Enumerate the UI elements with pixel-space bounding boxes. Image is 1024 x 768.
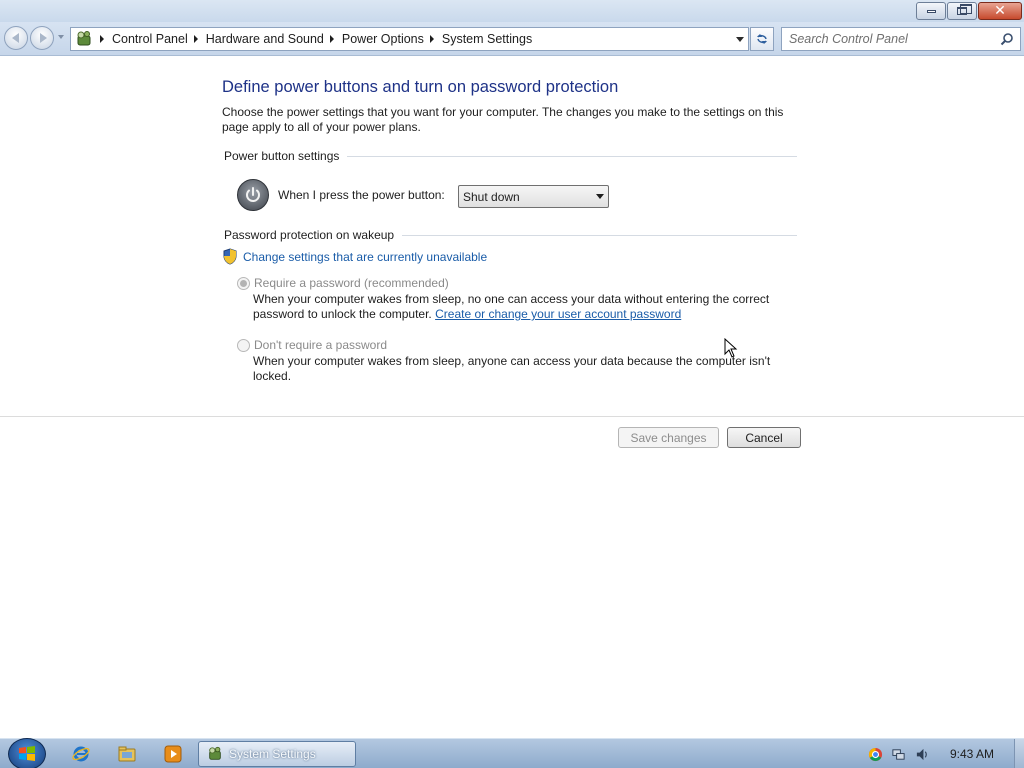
media-player-icon[interactable] <box>163 744 183 764</box>
internet-explorer-icon[interactable] <box>71 744 91 764</box>
save-changes-button[interactable]: Save changes <box>618 427 719 448</box>
minimize-icon <box>926 9 936 13</box>
search-icon[interactable] <box>997 29 1017 49</box>
require-password-radio[interactable] <box>237 277 250 290</box>
select-value: Shut down <box>463 189 520 204</box>
chrome-icon[interactable] <box>867 746 883 762</box>
show-desktop-button[interactable] <box>1014 739 1024 768</box>
caption-buttons: ✕ <box>915 2 1022 20</box>
close-icon: ✕ <box>994 3 1006 19</box>
address-bar[interactable]: Control Panel Hardware and Sound Power O… <box>70 27 749 51</box>
group-label: Password protection on wakeup <box>224 228 395 242</box>
change-unavailable-settings-link[interactable]: Change settings that are currently unava… <box>243 250 487 264</box>
page-title: Define power buttons and turn on passwor… <box>222 78 619 96</box>
mouse-pointer-icon <box>724 338 738 358</box>
restore-icon <box>957 4 972 15</box>
taskbar: System Settings 9:43 AM <box>0 738 1024 768</box>
window-title-bar: ✕ <box>0 0 1024 22</box>
breadcrumb-separator[interactable] <box>100 35 104 43</box>
power-button-settings-header: Power button settings <box>224 149 797 163</box>
breadcrumb-system-settings[interactable]: System Settings <box>442 32 532 46</box>
change-password-link[interactable]: Create or change your user account passw… <box>435 307 681 321</box>
power-button-label: When I press the power button: <box>278 188 445 202</box>
restore-button[interactable] <box>947 2 977 20</box>
power-button-action-select[interactable]: Shut down <box>458 185 609 208</box>
search-box[interactable] <box>781 27 1021 51</box>
address-history-dropdown-icon[interactable] <box>736 37 744 42</box>
forward-arrow-icon <box>40 33 47 43</box>
minimize-button[interactable] <box>916 2 946 20</box>
chevron-down-icon <box>596 194 604 199</box>
breadcrumb-separator[interactable] <box>429 35 434 43</box>
taskbar-item-system-settings[interactable]: System Settings <box>198 741 356 767</box>
windows-logo-icon <box>19 746 35 761</box>
network-icon[interactable] <box>890 746 906 762</box>
require-password-label: Require a password (recommended) <box>254 276 449 290</box>
refresh-button[interactable] <box>750 27 774 51</box>
clock[interactable]: 9:43 AM <box>950 747 994 761</box>
no-password-description: When your computer wakes from sleep, any… <box>253 354 771 383</box>
divider <box>347 155 797 157</box>
back-arrow-icon <box>12 33 19 43</box>
forward-button[interactable] <box>30 26 54 50</box>
main-content: Define power buttons and turn on passwor… <box>0 57 1024 738</box>
no-password-label: Don't require a password <box>254 338 388 352</box>
cancel-button[interactable]: Cancel <box>727 427 801 448</box>
breadcrumb-separator[interactable] <box>329 35 334 43</box>
navigation-bar: Control Panel Hardware and Sound Power O… <box>0 22 1024 56</box>
start-button[interactable] <box>8 738 46 768</box>
power-icon <box>237 179 269 211</box>
windows-explorer-icon[interactable] <box>117 744 137 764</box>
divider <box>402 234 797 236</box>
footer-divider <box>0 416 1024 417</box>
control-panel-icon <box>74 29 94 49</box>
search-input[interactable] <box>782 29 997 49</box>
require-password-description: When your computer wakes from sleep, no … <box>253 292 783 322</box>
taskbar-item-label: System Settings <box>229 747 316 761</box>
no-password-radio[interactable] <box>237 339 250 352</box>
recent-pages-dropdown[interactable] <box>58 35 64 39</box>
group-label: Power button settings <box>224 149 340 163</box>
page-description: Choose the power settings that you want … <box>222 105 784 134</box>
breadcrumb-hardware-and-sound[interactable]: Hardware and Sound <box>206 32 324 46</box>
close-button[interactable]: ✕ <box>978 2 1022 20</box>
volume-icon[interactable] <box>914 746 930 762</box>
back-button[interactable] <box>4 26 28 50</box>
breadcrumb-separator[interactable] <box>193 35 198 43</box>
refresh-icon <box>757 34 767 44</box>
password-protection-header: Password protection on wakeup <box>224 228 797 242</box>
breadcrumb-power-options[interactable]: Power Options <box>342 32 424 46</box>
control-panel-icon <box>205 744 225 764</box>
breadcrumb-control-panel[interactable]: Control Panel <box>112 32 188 46</box>
uac-shield-icon <box>223 248 237 265</box>
